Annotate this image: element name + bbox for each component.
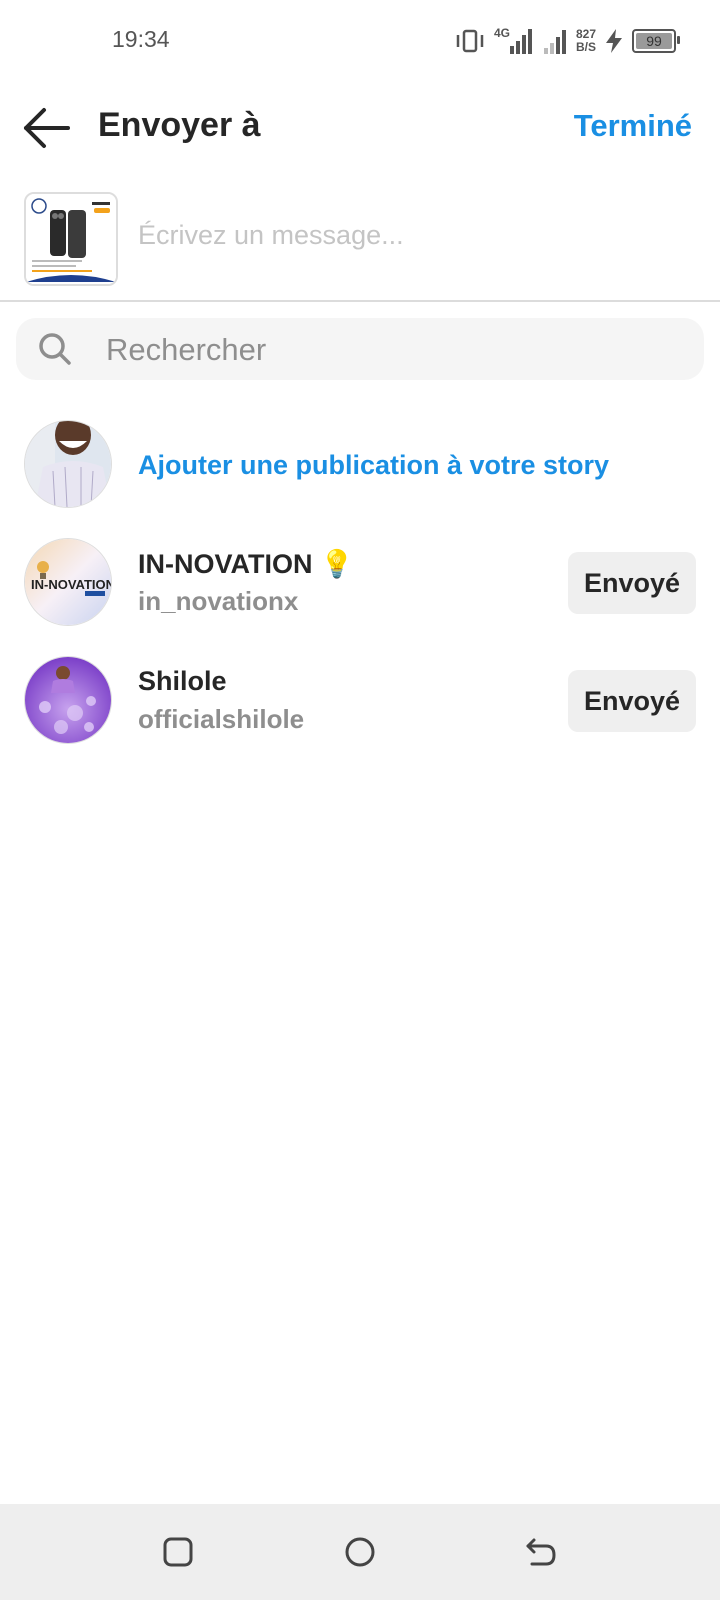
sent-button[interactable]: Envoyé bbox=[568, 552, 696, 614]
post-preview-image bbox=[26, 194, 116, 284]
shilole-avatar-image bbox=[25, 657, 111, 743]
contact-row[interactable]: IN-NOVATION IN-NOVATION 💡 in_novationx E… bbox=[0, 538, 720, 628]
arrow-left-icon bbox=[24, 108, 70, 148]
battery-level: 99 bbox=[646, 33, 662, 49]
post-thumbnail bbox=[24, 192, 118, 286]
circle-icon[interactable] bbox=[342, 1534, 378, 1570]
signal-4g-icon: 4G bbox=[494, 26, 534, 56]
search-icon bbox=[39, 333, 71, 365]
status-icons: 4G 827 B/S 99 bbox=[454, 24, 680, 58]
contact-avatar bbox=[24, 656, 112, 744]
charging-icon bbox=[606, 29, 622, 53]
message-row bbox=[0, 186, 720, 302]
add-to-story-row[interactable]: Ajouter une publication à votre story bbox=[0, 420, 720, 510]
contact-name: Shilole bbox=[138, 666, 227, 696]
back-button[interactable] bbox=[22, 106, 72, 150]
return-arrow-icon[interactable] bbox=[522, 1534, 558, 1570]
done-button[interactable]: Terminé bbox=[574, 108, 692, 144]
status-bar: 19:34 4G 827 B/S 99 bbox=[0, 0, 720, 80]
add-to-story-label: Ajouter une publication à votre story bbox=[138, 450, 610, 480]
vibrate-icon bbox=[456, 29, 484, 53]
square-icon[interactable] bbox=[160, 1534, 196, 1570]
svg-text:IN-NOVATION: IN-NOVATION bbox=[31, 577, 111, 592]
my-avatar-image bbox=[25, 421, 111, 507]
message-input[interactable] bbox=[136, 212, 700, 258]
status-time: 19:34 bbox=[112, 26, 170, 52]
contact-handle: officialshilole bbox=[138, 704, 305, 734]
battery-icon: 99 bbox=[632, 29, 680, 53]
contact-name: IN-NOVATION 💡 bbox=[138, 549, 354, 579]
contact-row[interactable]: Shilole officialshilole Envoyé bbox=[0, 656, 720, 746]
contact-handle: in_novationx bbox=[138, 586, 299, 616]
system-nav-bar bbox=[0, 1504, 720, 1600]
search-input[interactable] bbox=[104, 328, 688, 372]
header: Envoyer à Terminé bbox=[0, 88, 720, 168]
search-box[interactable] bbox=[16, 318, 704, 380]
innovation-logo: IN-NOVATION bbox=[25, 539, 111, 625]
contact-avatar: IN-NOVATION bbox=[24, 538, 112, 626]
net-speed: 827 B/S bbox=[576, 28, 596, 54]
net-speed-unit: B/S bbox=[575, 40, 596, 54]
page-title: Envoyer à bbox=[98, 106, 261, 144]
sent-button[interactable]: Envoyé bbox=[568, 670, 696, 732]
my-avatar bbox=[24, 420, 112, 508]
signal-icon bbox=[543, 30, 566, 54]
